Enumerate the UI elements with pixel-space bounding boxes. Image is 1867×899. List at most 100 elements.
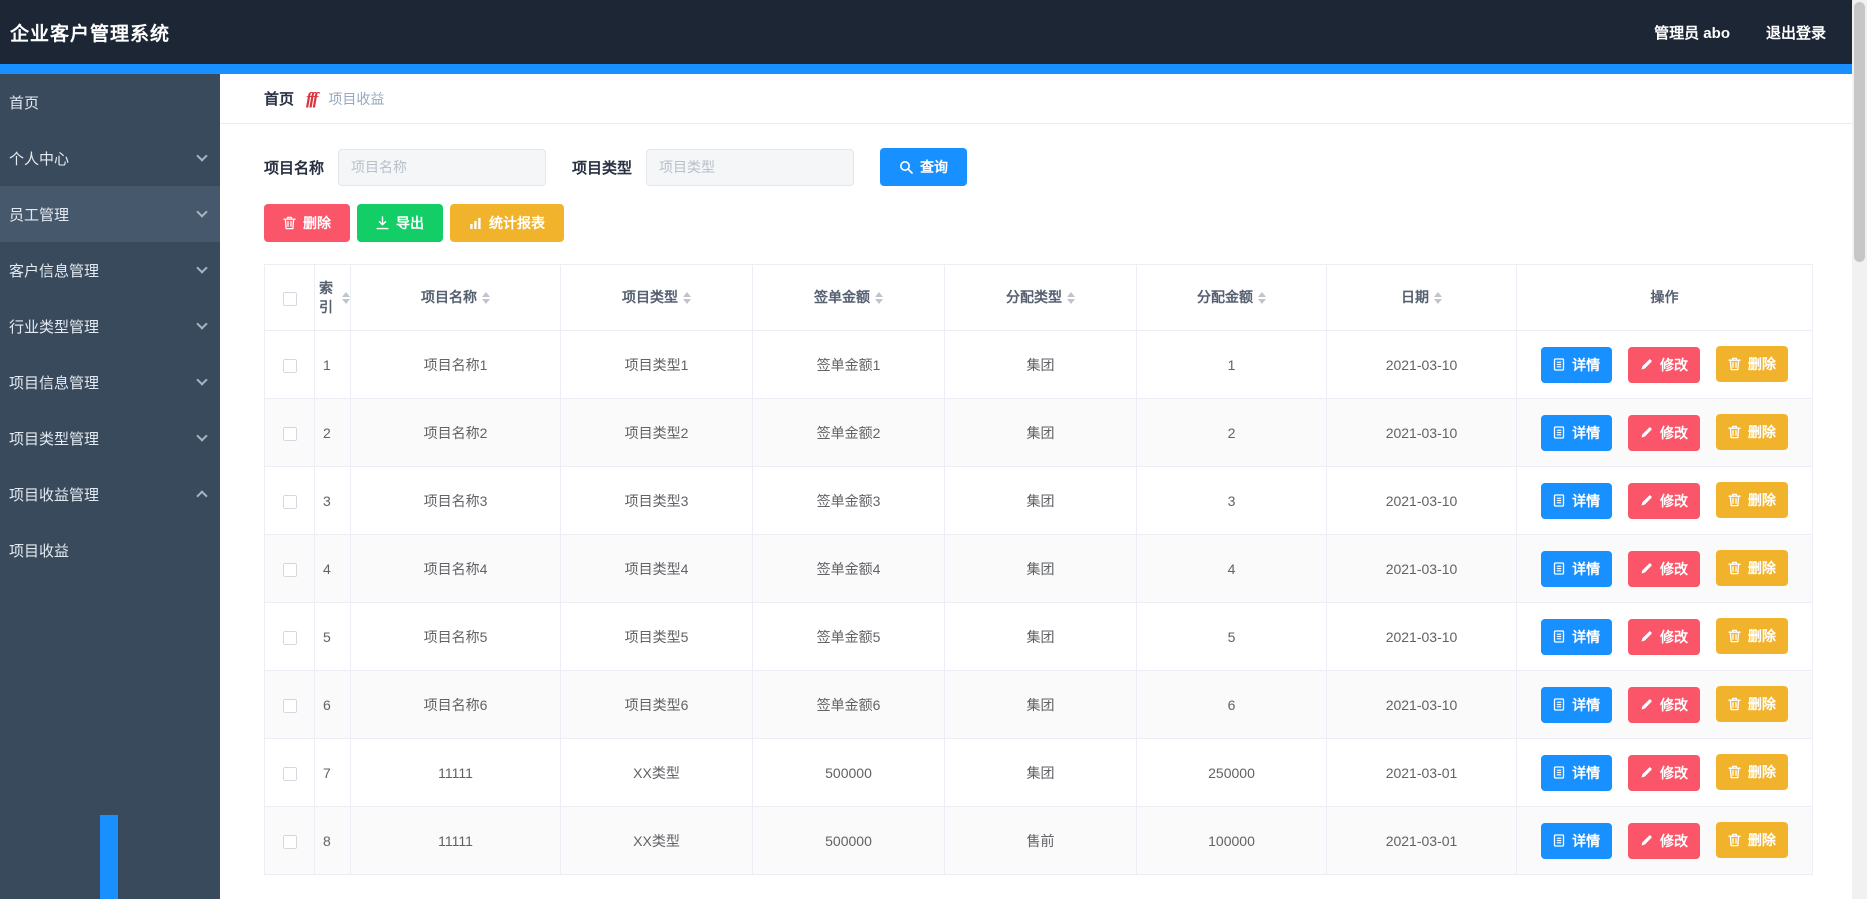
row-checkbox[interactable] xyxy=(282,834,297,849)
row-delete-button[interactable]: 删除 xyxy=(1715,686,1788,723)
trash-icon xyxy=(283,216,296,230)
sidebar-item-label: 项目信息管理 xyxy=(9,374,100,392)
project-name-input[interactable] xyxy=(338,148,547,186)
row-checkbox[interactable] xyxy=(282,562,297,577)
edit-button[interactable]: 修改 xyxy=(1628,550,1700,587)
sidebar-subitem-project-revenue[interactable]: 项目收益 xyxy=(0,522,220,578)
col-header-signed-amount[interactable]: 签单金额 xyxy=(752,264,945,331)
row-checkbox[interactable] xyxy=(282,630,297,645)
breadcrumb-current: 项目收益 xyxy=(328,90,385,107)
sidebar-item-employee-management[interactable]: 员工管理 xyxy=(0,186,220,242)
cell-project-name: 项目名称5 xyxy=(350,602,561,671)
row-delete-button[interactable]: 删除 xyxy=(1715,754,1788,791)
detail-button[interactable]: 详情 xyxy=(1541,346,1613,383)
detail-button-label: 详情 xyxy=(1572,424,1601,441)
sort-caret-icon[interactable] xyxy=(875,291,883,304)
sidebar-item-customer-info-management[interactable]: 客户信息管理 xyxy=(0,242,220,298)
sidebar-item-personal-center[interactable]: 个人中心 xyxy=(0,130,220,186)
cell-project-type: 项目类型6 xyxy=(560,670,753,739)
detail-button[interactable]: 详情 xyxy=(1541,754,1613,791)
query-button[interactable]: 查询 xyxy=(880,148,968,186)
edit-button[interactable]: 修改 xyxy=(1628,346,1700,383)
detail-button-label: 详情 xyxy=(1572,560,1601,577)
cell-operations: 详情 修改 删除 xyxy=(1516,806,1813,875)
cell-project-type: 项目类型2 xyxy=(560,398,753,467)
cell-select xyxy=(264,602,315,671)
row-checkbox[interactable] xyxy=(282,494,297,509)
edit-button[interactable]: 修改 xyxy=(1628,686,1700,723)
trash-icon xyxy=(1728,562,1741,575)
table-header-row: 索引 项目名称 项目类型 签单金额 分配类型 分配金额 日期 操作 xyxy=(264,264,1813,331)
sort-caret-icon[interactable] xyxy=(1258,291,1266,304)
cell-date: 2021-03-01 xyxy=(1326,738,1517,807)
sort-caret-icon[interactable] xyxy=(1067,291,1075,304)
report-button[interactable]: 统计报表 xyxy=(450,204,564,242)
detail-button[interactable]: 详情 xyxy=(1541,822,1613,859)
trash-icon xyxy=(1728,766,1741,779)
cell-signed-amount: 签单金额6 xyxy=(752,670,945,739)
detail-button[interactable]: 详情 xyxy=(1541,414,1613,451)
row-delete-button[interactable]: 删除 xyxy=(1715,482,1788,519)
project-type-input[interactable] xyxy=(646,148,855,186)
export-button[interactable]: 导出 xyxy=(357,204,443,242)
sort-caret-icon[interactable] xyxy=(342,291,350,304)
detail-button[interactable]: 详情 xyxy=(1541,686,1613,723)
edit-button[interactable]: 修改 xyxy=(1628,822,1700,859)
cell-select xyxy=(264,738,315,807)
detail-button-label: 详情 xyxy=(1572,832,1601,849)
edit-button[interactable]: 修改 xyxy=(1628,754,1700,791)
sidebar-item-label: 首页 xyxy=(9,94,40,112)
row-delete-button[interactable]: 删除 xyxy=(1715,414,1788,451)
edit-button-label: 修改 xyxy=(1660,560,1688,577)
row-delete-button-label: 删除 xyxy=(1747,560,1776,577)
cell-operations: 详情 修改 删除 xyxy=(1516,330,1813,399)
sort-caret-icon[interactable] xyxy=(683,291,691,304)
col-header-index[interactable]: 索引 xyxy=(314,264,351,331)
col-header-project-name[interactable]: 项目名称 xyxy=(350,264,561,331)
sidebar-item-home[interactable]: 首页 xyxy=(0,74,220,130)
delete-button[interactable]: 删除 xyxy=(264,204,350,242)
document-icon xyxy=(1553,426,1565,439)
row-delete-button-label: 删除 xyxy=(1747,832,1776,849)
sidebar-item-project-type-management[interactable]: 项目类型管理 xyxy=(0,410,220,466)
row-delete-button[interactable]: 删除 xyxy=(1715,346,1788,383)
col-header-alloc-type[interactable]: 分配类型 xyxy=(944,264,1137,331)
cell-alloc-amount: 5 xyxy=(1136,602,1327,671)
col-header-project-type[interactable]: 项目类型 xyxy=(560,264,753,331)
sidebar-item-label: 员工管理 xyxy=(9,206,70,224)
edit-button[interactable]: 修改 xyxy=(1628,414,1700,451)
row-checkbox[interactable] xyxy=(282,426,297,441)
col-header-date[interactable]: 日期 xyxy=(1326,264,1517,331)
sort-caret-icon[interactable] xyxy=(482,291,490,304)
row-delete-button-label: 删除 xyxy=(1747,696,1776,713)
detail-button[interactable]: 详情 xyxy=(1541,482,1613,519)
edit-button[interactable]: 修改 xyxy=(1628,482,1700,519)
sort-caret-icon[interactable] xyxy=(1434,291,1442,304)
logout-link[interactable]: 退出登录 xyxy=(1766,22,1826,43)
row-delete-button[interactable]: 删除 xyxy=(1715,550,1788,587)
cell-alloc-type: 集团 xyxy=(944,534,1137,603)
sidebar-item-project-revenue-management[interactable]: 项目收益管理 xyxy=(0,466,220,522)
cell-signed-amount: 签单金额1 xyxy=(752,330,945,399)
edit-button[interactable]: 修改 xyxy=(1628,618,1700,655)
report-button-label: 统计报表 xyxy=(489,215,545,231)
detail-button[interactable]: 详情 xyxy=(1541,550,1613,587)
table-row: 7 11111 XX类型 500000 集团 250000 2021-03-01… xyxy=(264,738,1813,807)
cell-project-type: XX类型 xyxy=(560,806,753,875)
breadcrumb-home[interactable]: 首页 xyxy=(264,88,294,109)
row-checkbox[interactable] xyxy=(282,358,297,373)
select-all-checkbox[interactable] xyxy=(282,291,297,306)
scrollbar-thumb[interactable] xyxy=(1854,2,1865,262)
row-checkbox[interactable] xyxy=(282,698,297,713)
sidebar-item-industry-type-management[interactable]: 行业类型管理 xyxy=(0,298,220,354)
row-delete-button[interactable]: 删除 xyxy=(1715,618,1788,655)
pen-icon xyxy=(1641,835,1652,846)
sidebar-item-project-info-management[interactable]: 项目信息管理 xyxy=(0,354,220,410)
cell-signed-amount: 签单金额5 xyxy=(752,602,945,671)
col-header-alloc-amount[interactable]: 分配金额 xyxy=(1136,264,1327,331)
row-checkbox[interactable] xyxy=(282,766,297,781)
detail-button-label: 详情 xyxy=(1572,764,1601,781)
cell-select xyxy=(264,330,315,399)
row-delete-button[interactable]: 删除 xyxy=(1715,822,1788,859)
detail-button[interactable]: 详情 xyxy=(1541,618,1613,655)
